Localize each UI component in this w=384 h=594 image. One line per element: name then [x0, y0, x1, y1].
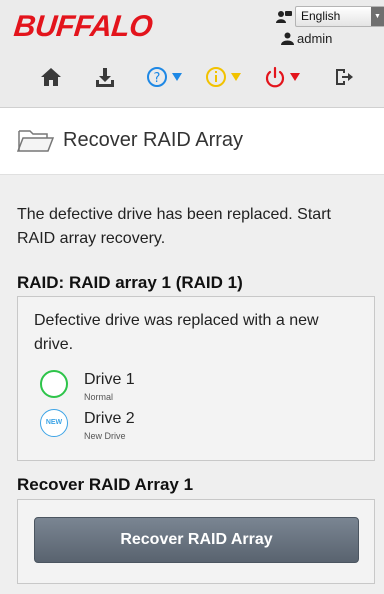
- folder-icon: [17, 130, 55, 152]
- info-menu-button[interactable]: [205, 63, 241, 91]
- drive-item: Drive 1 Normal: [40, 370, 135, 402]
- raid-status-box: Defective drive was replaced with a new …: [17, 296, 375, 461]
- language-select[interactable]: English ▼: [295, 6, 384, 27]
- help-icon: ?: [147, 67, 167, 87]
- user-icon: [281, 32, 294, 45]
- language-icon: [276, 10, 292, 23]
- chevron-down-icon: [231, 73, 241, 81]
- drive-status: New Drive: [84, 431, 126, 441]
- power-menu-button[interactable]: [264, 63, 300, 91]
- logout-icon: [336, 69, 353, 85]
- page-title: Recover RAID Array: [63, 128, 244, 151]
- drive-status: Normal: [84, 392, 114, 402]
- info-icon: [206, 67, 226, 87]
- help-menu-button[interactable]: ?: [146, 63, 182, 91]
- toolbar: ?: [0, 63, 384, 91]
- content-panel: The defective drive has been replaced. S…: [0, 174, 384, 594]
- intro-text: The defective drive has been replaced. S…: [17, 206, 331, 247]
- chevron-down-icon: [290, 73, 300, 81]
- drive-name: Drive 2: [84, 410, 135, 427]
- download-icon: [96, 68, 114, 87]
- download-button[interactable]: [94, 63, 116, 91]
- raid-message: Defective drive was replaced with a new …: [34, 312, 319, 353]
- language-select-value: English: [301, 9, 341, 23]
- header: BUFFALO English ▼ admin ?: [0, 0, 384, 108]
- home-button[interactable]: [40, 63, 62, 91]
- power-icon: [265, 66, 285, 88]
- raid-heading: RAID: RAID array 1 (RAID 1): [17, 273, 243, 292]
- home-icon: [41, 68, 61, 86]
- username: admin: [297, 31, 333, 46]
- buffalo-logo: BUFFALO: [12, 10, 154, 43]
- page-title-row: Recover RAID Array: [17, 122, 243, 158]
- status-ok-icon: [40, 370, 68, 398]
- chevron-down-icon: [172, 73, 182, 81]
- recover-heading: Recover RAID Array 1: [17, 475, 194, 494]
- drive-name: Drive 1: [84, 371, 135, 388]
- drive-item: NEW Drive 2 New Drive: [40, 409, 135, 441]
- logout-button[interactable]: [333, 63, 355, 91]
- svg-text:?: ?: [154, 71, 161, 86]
- recover-raid-button[interactable]: Recover RAID Array: [34, 517, 359, 563]
- recover-box: Recover RAID Array: [17, 499, 375, 584]
- dropdown-arrow-icon: ▼: [371, 7, 384, 26]
- language-selector-group: English ▼: [276, 6, 384, 27]
- user-info: admin: [281, 31, 332, 46]
- status-new-icon: NEW: [40, 409, 68, 437]
